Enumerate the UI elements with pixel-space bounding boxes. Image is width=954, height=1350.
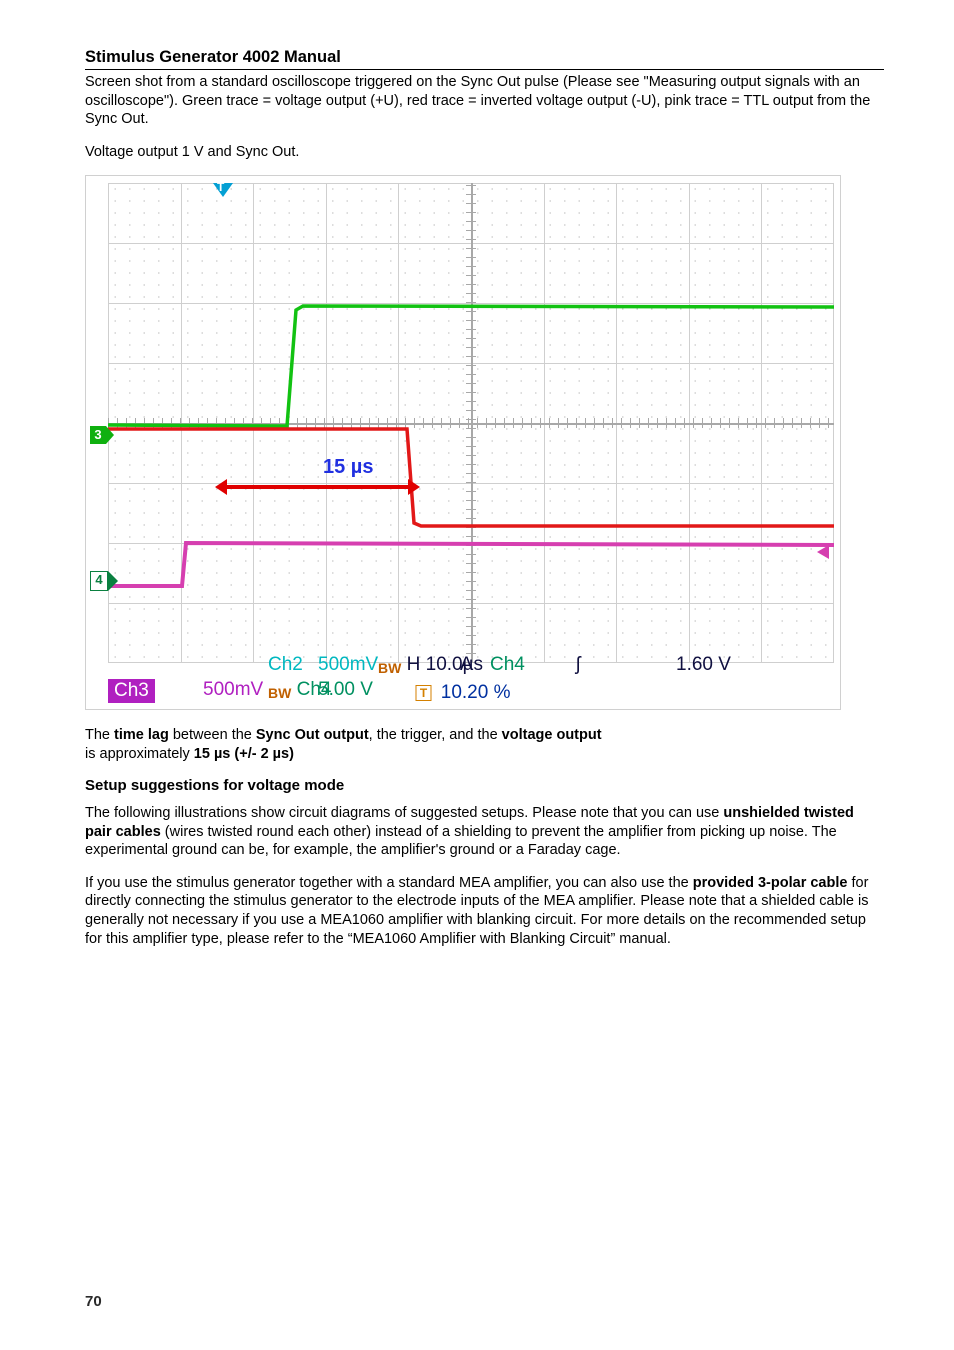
page-number: 70	[85, 1293, 102, 1310]
channel-4-marker-icon: 4	[90, 571, 108, 591]
time-lag-annotation: 15 µs	[323, 456, 373, 479]
readout-a-label: A	[460, 654, 490, 676]
trigger-position-marker-label: T	[217, 180, 224, 194]
readout-trig-src: Ch4	[490, 654, 576, 676]
readout-ch4-scale: 5.00 V	[318, 679, 378, 703]
time-lag-paragraph: The time lag between the Sync Out output…	[85, 726, 884, 763]
t-position-icon: T	[415, 685, 431, 701]
channel-3-marker-icon: 3	[90, 426, 106, 444]
trace-ch2-green	[108, 306, 834, 426]
setup-paragraph-2: If you use the stimulus generator togeth…	[85, 874, 884, 948]
scope-traces	[108, 183, 834, 663]
time-lag-arrow	[227, 485, 408, 489]
readout-ch3-scale: 500mV	[203, 679, 268, 703]
bold-time-lag: time lag	[114, 727, 169, 743]
document-page: Stimulus Generator 4002 Manual Screen sh…	[0, 0, 954, 1350]
readout-ch3-label: Ch3	[108, 679, 155, 703]
oscilloscope-screenshot: 15 µs T 3 4 Ch2 500mV BW H 10.0µs A Ch4 …	[85, 175, 841, 710]
intro-paragraph: Screen shot from a standard oscilloscope…	[85, 73, 884, 129]
bold-voltage-output: voltage output	[502, 727, 602, 743]
bold-sync-out: Sync Out output	[256, 727, 369, 743]
trace-ch4-pink	[108, 543, 834, 586]
rising-edge-icon: ʃ	[576, 654, 596, 676]
readout-h-label: H	[407, 654, 421, 675]
caption-above-scope: Voltage output 1 V and Sync Out.	[85, 143, 884, 162]
scope-bottom-readout: T 10.20 %	[415, 682, 510, 704]
readout-ch2-label: Ch2	[268, 654, 318, 676]
bandwidth-icon: BW	[268, 685, 291, 701]
t-position-value: 10.20 %	[441, 682, 511, 703]
readout-trig-level: 1.60 V	[676, 654, 756, 676]
trace-ch3-red	[108, 429, 834, 526]
pink-right-marker-icon	[817, 545, 829, 559]
page-title: Stimulus Generator 4002 Manual	[85, 48, 884, 70]
section-heading-setup: Setup suggestions for voltage mode	[85, 777, 884, 794]
setup-paragraph-1: The following illustrations show circuit…	[85, 804, 884, 860]
scope-plot-area: 15 µs	[108, 183, 834, 663]
bandwidth-icon: BW	[378, 660, 401, 676]
bold-15us: 15 µs (+/- 2 µs)	[194, 746, 294, 762]
bold-3-polar-cable: provided 3-polar cable	[693, 875, 848, 891]
readout-ch2-scale: 500mV	[318, 654, 378, 676]
